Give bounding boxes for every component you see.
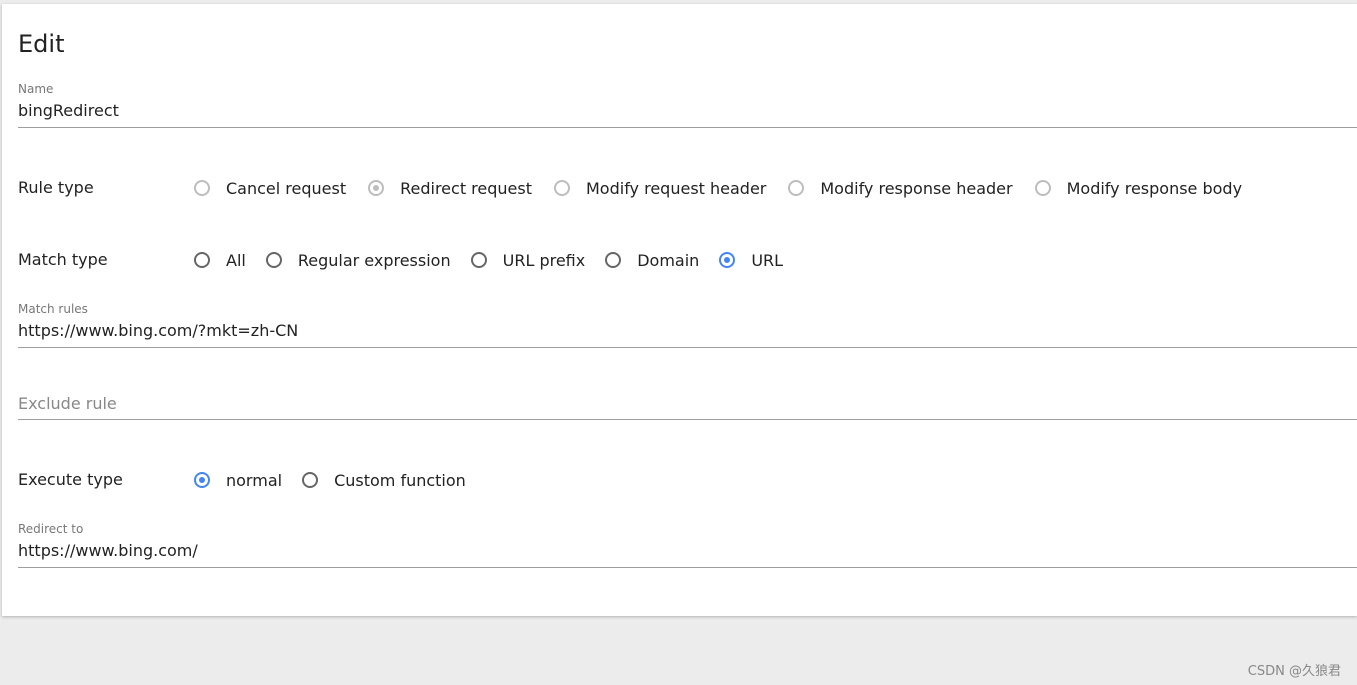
option-label: normal: [226, 470, 283, 490]
radio-icon: [302, 472, 319, 488]
radio-selected-icon: [368, 180, 385, 196]
radio-icon: [470, 252, 487, 268]
option-label: Modify response body: [1066, 178, 1243, 198]
rule-type-modify-request-header[interactable]: Modify request header: [554, 179, 766, 198]
redirect-to-label: Redirect to: [18, 522, 84, 536]
name-label: Name: [18, 82, 54, 96]
match-rules-label: Match rules: [18, 302, 88, 316]
rule-type-label: Rule type: [18, 178, 94, 197]
match-type-all[interactable]: All: [194, 251, 246, 270]
radio-icon: [265, 252, 282, 268]
redirect-to-underline: [18, 567, 1357, 568]
radio-icon: [1034, 180, 1051, 196]
option-label: URL: [751, 250, 784, 270]
radio-icon: [554, 180, 570, 196]
radio-icon: [788, 180, 805, 196]
rule-type-redirect-request[interactable]: Redirect request: [368, 179, 532, 198]
name-input[interactable]: bingRedirect: [18, 101, 119, 120]
option-label: All: [226, 250, 246, 270]
exclude-rule-underline: [18, 419, 1357, 420]
match-type-url-prefix[interactable]: URL prefix: [470, 250, 586, 270]
match-type-regular-expression[interactable]: Regular expression: [265, 250, 451, 270]
match-rules-underline: [18, 347, 1357, 348]
match-rules-input[interactable]: https://www.bing.com/?mkt=zh-CN: [18, 321, 298, 340]
execute-type-radio-group: normal Custom function: [194, 468, 486, 492]
match-type-label: Match type: [18, 250, 108, 269]
edit-dialog: Edit Name bingRedirect Rule type Cancel …: [2, 4, 1357, 616]
rule-type-cancel-request[interactable]: Cancel request: [194, 179, 346, 198]
radio-icon: [194, 252, 210, 268]
exclude-rule-input[interactable]: Exclude rule: [18, 394, 117, 413]
execute-type-normal[interactable]: normal: [194, 471, 282, 490]
radio-selected-icon: [194, 472, 210, 488]
radio-icon: [605, 252, 622, 268]
execute-type-custom-function[interactable]: Custom function: [302, 471, 466, 490]
match-type-domain[interactable]: Domain: [605, 251, 699, 270]
option-label: Modify request header: [586, 178, 767, 198]
option-label: Cancel request: [226, 178, 347, 198]
watermark: CSDN @久狼君: [1247, 664, 1341, 679]
option-label: Custom function: [334, 470, 466, 490]
execute-type-label: Execute type: [18, 470, 123, 489]
radio-selected-icon: [719, 252, 736, 268]
option-label: Modify response header: [820, 178, 1013, 198]
match-type-url[interactable]: URL: [719, 251, 783, 270]
option-label: URL prefix: [502, 250, 586, 270]
match-type-radio-group: All Regular expression URL prefix Domain…: [194, 248, 803, 272]
option-label: Domain: [637, 250, 700, 270]
rule-type-radio-group: Cancel request Redirect request Modify r…: [194, 176, 1262, 200]
option-label: Regular expression: [297, 250, 451, 270]
option-label: Redirect request: [400, 178, 532, 198]
redirect-to-input[interactable]: https://www.bing.com/: [18, 541, 198, 560]
rule-type-modify-response-header[interactable]: Modify response header: [788, 178, 1013, 198]
rule-type-modify-response-body[interactable]: Modify response body: [1034, 178, 1243, 198]
dialog-title: Edit: [18, 30, 65, 58]
name-underline: [18, 127, 1357, 128]
radio-icon: [194, 180, 210, 196]
